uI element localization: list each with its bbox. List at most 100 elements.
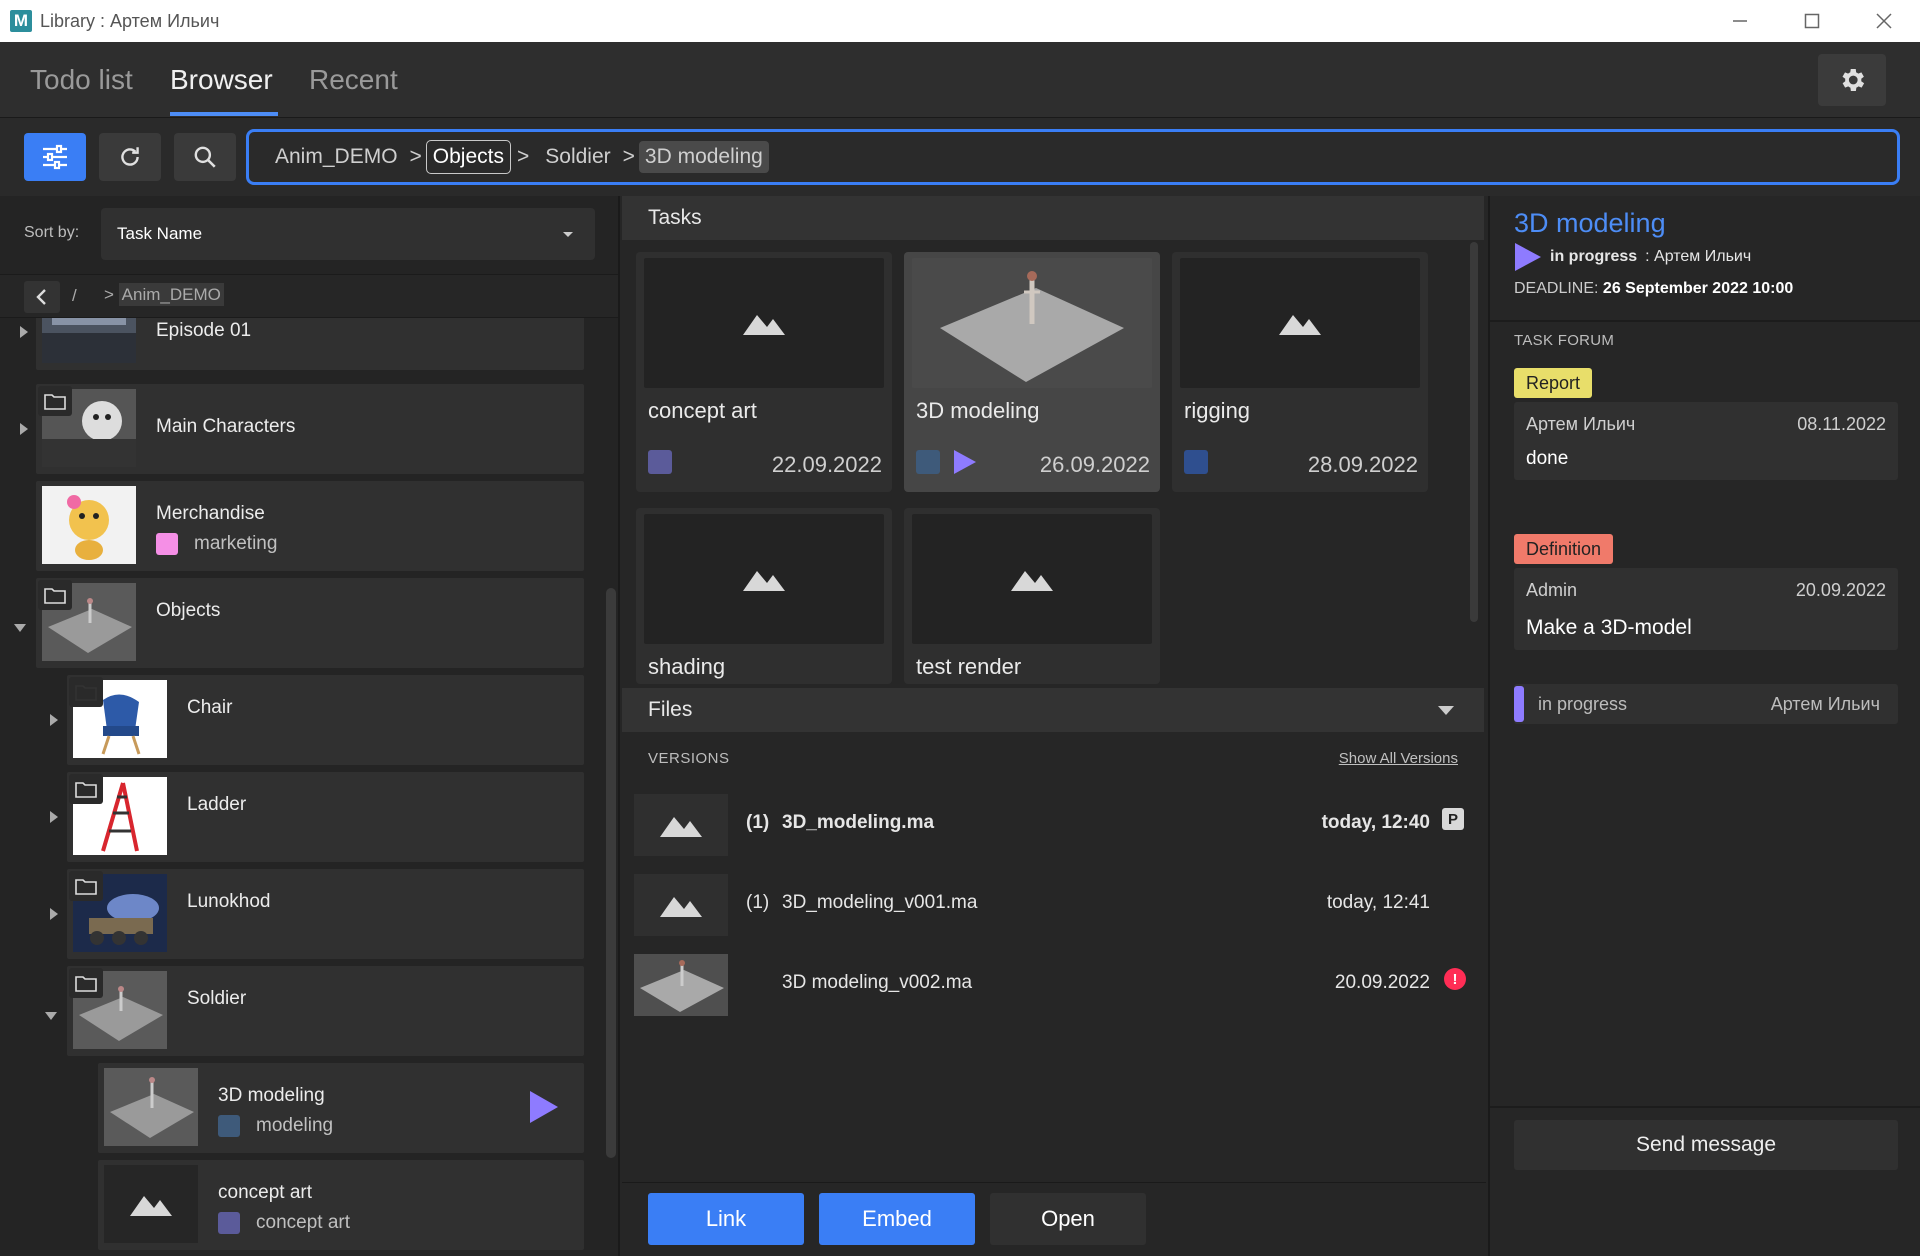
tree-scrollbar[interactable]: [606, 588, 616, 1158]
task-card-name: 3D modeling: [916, 398, 1040, 423]
tasks-header: Tasks: [622, 196, 1484, 240]
tree-item-chair[interactable]: Chair: [67, 675, 584, 765]
folder-icon: [38, 580, 72, 610]
filter-button[interactable]: [24, 133, 86, 181]
send-message-button[interactable]: Send message: [1514, 1120, 1898, 1170]
nav-crumb-anim-demo[interactable]: > Anim_DEMO: [100, 283, 228, 307]
app-logo: M: [10, 10, 32, 32]
minimize-button[interactable]: [1704, 0, 1776, 42]
image-placeholder-icon: [660, 897, 702, 917]
window-title-bar: M Library : Артем Ильич: [0, 0, 1920, 42]
message-author: Admin: [1526, 580, 1578, 600]
image-placeholder-icon: [743, 315, 785, 335]
breadcrumb-anim-demo[interactable]: Anim_DEMO: [269, 141, 404, 173]
close-button[interactable]: [1848, 0, 1920, 42]
status-change-entry: in progress Артем Ильич: [1514, 684, 1898, 724]
tree-item-merchandise[interactable]: Merchandise marketing: [36, 481, 584, 571]
task-card-name: test render: [916, 654, 1022, 679]
tab-todo-list[interactable]: Todo list: [30, 42, 133, 118]
breadcrumb-separator: >: [409, 145, 422, 168]
settings-button[interactable]: [1818, 54, 1886, 106]
tree-item-label: Episode 01: [156, 320, 252, 341]
task-card-3d-modeling[interactable]: 3D modeling 26.09.2022: [904, 252, 1160, 492]
refresh-button[interactable]: [99, 133, 161, 181]
version-row[interactable]: 3D modeling_v002.ma 20.09.2022 !: [634, 954, 1470, 1026]
divider: [1490, 1106, 1920, 1108]
embed-button[interactable]: Embed: [819, 1193, 975, 1245]
tree-item-label: 3D modeling: [218, 1085, 325, 1106]
tree-item-task-concept-art[interactable]: concept art concept art: [98, 1160, 584, 1250]
tab-recent[interactable]: Recent: [309, 42, 398, 118]
thumbnail: [42, 318, 136, 363]
tree-item-ladder[interactable]: Ladder: [67, 772, 584, 862]
folder-icon: [69, 968, 103, 998]
task-card-rigging[interactable]: rigging 28.09.2022: [1172, 252, 1428, 492]
collapse-arrow-icon[interactable]: [45, 1012, 57, 1020]
sort-select[interactable]: Task Name: [101, 208, 595, 260]
version-number: (1): [746, 892, 770, 913]
show-all-versions-link[interactable]: Show All Versions: [1339, 750, 1458, 767]
breadcrumb-3d-modeling[interactable]: 3D modeling: [638, 141, 769, 173]
task-color-swatch: [648, 450, 672, 474]
link-button[interactable]: Link: [648, 1193, 804, 1245]
breadcrumb-soldier[interactable]: Soldier: [539, 141, 616, 173]
tree-item-main-characters[interactable]: Main Characters: [36, 384, 584, 474]
expand-arrow-icon[interactable]: [50, 811, 58, 823]
refresh-icon: [121, 147, 139, 166]
breadcrumb-separator: >: [517, 145, 530, 168]
task-card-shading[interactable]: shading: [636, 508, 892, 684]
tree-item-soldier[interactable]: Soldier: [67, 966, 584, 1056]
expand-arrow-icon[interactable]: [20, 423, 28, 435]
tree-item-task-3d-modeling[interactable]: 3D modeling modeling: [98, 1063, 584, 1153]
window-title: Library : Артем Ильич: [40, 10, 220, 31]
version-row[interactable]: (1) 3D_modeling.ma today, 12:40 P: [634, 794, 1470, 866]
open-button[interactable]: Open: [990, 1193, 1146, 1245]
tasks-files-panel: Tasks concept art 22.09.2022 3D modeling…: [622, 196, 1486, 1256]
files-header[interactable]: Files: [622, 688, 1484, 732]
thumbnail: [634, 954, 728, 1016]
maximize-button[interactable]: [1776, 0, 1848, 42]
expand-arrow-icon[interactable]: [20, 326, 28, 338]
image-placeholder-icon: [660, 817, 702, 837]
search-icon: [194, 146, 216, 168]
thumbnail: [644, 258, 884, 388]
thumbnail: [912, 514, 1152, 644]
play-icon: [530, 1091, 558, 1123]
nav-root[interactable]: /: [72, 286, 77, 306]
version-file-name: 3D modeling_v002.ma: [782, 972, 973, 993]
publish-badge: P: [1442, 808, 1464, 830]
breadcrumb-path-input[interactable]: Anim_DEMO > Objects > Soldier > 3D model…: [246, 129, 1900, 185]
tag-color-swatch: [218, 1212, 240, 1234]
tree-item-episode-01[interactable]: Episode 01: [36, 318, 584, 370]
task-status-user: : Артем Ильич: [1645, 248, 1752, 265]
expand-arrow-icon[interactable]: [50, 714, 58, 726]
version-number: (1): [746, 812, 770, 833]
task-card-concept-art[interactable]: concept art 22.09.2022: [636, 252, 892, 492]
main-tabs-bar: Todo list Browser Recent: [0, 42, 1920, 118]
folder-icon: [69, 774, 103, 804]
message-date: 08.11.2022: [1797, 414, 1886, 434]
thumbnail: [104, 1165, 198, 1243]
back-button[interactable]: [24, 281, 60, 313]
browser-toolbar: Anim_DEMO > Objects > Soldier > 3D model…: [0, 118, 1920, 196]
tasks-scrollbar[interactable]: [1470, 242, 1478, 622]
task-deadline: DEADLINE: 26 September 2022 10:00: [1514, 280, 1794, 297]
thumbnail: [104, 1068, 198, 1146]
search-button[interactable]: [174, 133, 236, 181]
minimize-icon: [1733, 20, 1747, 22]
tree-item-lunokhod[interactable]: Lunokhod: [67, 869, 584, 959]
tab-browser[interactable]: Browser: [170, 42, 273, 118]
collapse-arrow-icon[interactable]: [14, 624, 26, 632]
report-badge: Report: [1514, 368, 1593, 398]
tree-item-label: Main Characters: [156, 416, 296, 437]
library-tree-panel: Sort by: Task Name / > Anim_DEMO Episode…: [0, 196, 620, 1256]
sliders-icon: [43, 144, 67, 170]
expand-arrow-icon[interactable]: [50, 908, 58, 920]
tree-item-label: Ladder: [187, 794, 247, 815]
version-file-name: 3D_modeling_v001.ma: [782, 892, 978, 913]
task-card-test-render[interactable]: test render: [904, 508, 1160, 684]
chevron-down-icon: [1438, 706, 1454, 715]
version-row[interactable]: (1) 3D_modeling_v001.ma today, 12:41: [634, 874, 1470, 946]
tree-item-objects[interactable]: Objects: [36, 578, 584, 668]
breadcrumb-objects[interactable]: Objects: [425, 140, 511, 174]
